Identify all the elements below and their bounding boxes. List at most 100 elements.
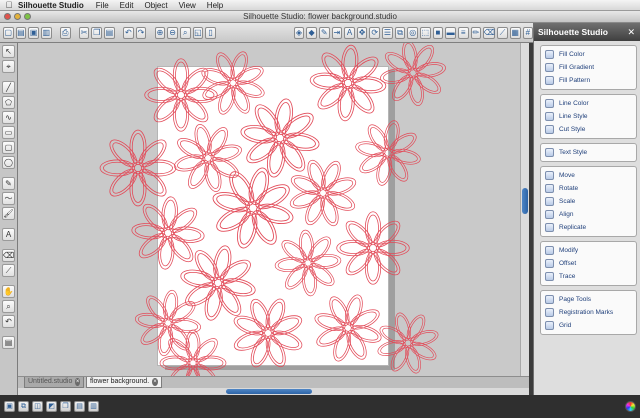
horizontal-scroll-thumb[interactable] <box>226 389 312 394</box>
panel-item-align[interactable]: Align <box>541 208 636 221</box>
trace-icon[interactable]: ⬚ <box>420 26 431 39</box>
pencil-icon[interactable]: ✏ <box>470 26 482 39</box>
panel-item-fill-color[interactable]: Fill Color <box>541 48 636 61</box>
grid-icon[interactable]: # <box>522 26 534 39</box>
zoom-in-icon[interactable]: ⊕ <box>154 26 166 39</box>
freehand-tool-icon[interactable]: ✎ <box>2 177 15 190</box>
edit-points-icon[interactable]: ⌖ <box>2 60 15 73</box>
bring-front-icon[interactable]: ▤ <box>74 401 85 412</box>
ellipse-tool-icon[interactable]: ◯ <box>2 156 15 169</box>
panel-item-line-color[interactable]: Line Color <box>541 97 636 110</box>
close-tab-icon[interactable]: × <box>151 378 158 386</box>
undo-left-icon[interactable]: ↶ <box>2 315 15 328</box>
panel-item-text-style[interactable]: Text Style <box>541 146 636 159</box>
panel-item-replicate[interactable]: Replicate <box>541 221 636 234</box>
align-icon[interactable]: ☰ <box>382 26 393 39</box>
replicate-icon[interactable]: ⧉ <box>394 26 406 39</box>
text-tool-icon[interactable]: A <box>344 26 355 39</box>
menu-view[interactable]: View <box>179 1 196 10</box>
cut-icon[interactable]: ✂ <box>78 26 90 39</box>
offset-icon[interactable]: ◎ <box>407 26 419 39</box>
tab-untitled[interactable]: Untitled.studio × <box>24 377 84 388</box>
menu-app-name[interactable]: Silhouette Studio <box>18 1 84 10</box>
zoom-window-button[interactable] <box>24 13 31 20</box>
select-tool-icon[interactable]: ↖ <box>2 45 15 58</box>
horizontal-scrollbar[interactable] <box>18 388 529 395</box>
vertical-scrollbar[interactable] <box>520 43 529 376</box>
zoom-box-icon[interactable]: ⌕ <box>179 26 191 39</box>
open-icon[interactable]: ▤ <box>15 26 27 39</box>
line-tool-icon[interactable]: ╱ <box>2 81 15 94</box>
group-icon[interactable]: ▣ <box>4 401 15 412</box>
panel-item-line-style[interactable]: Line Style <box>541 110 636 123</box>
menu-help[interactable]: Help <box>207 1 223 10</box>
paintbrush-icon[interactable]: 🖌 <box>2 207 15 220</box>
color-wheel-icon[interactable] <box>625 401 636 412</box>
panel-item-scale[interactable]: Scale <box>541 195 636 208</box>
library-tab-icon[interactable]: ◆ <box>306 26 317 39</box>
panel-close-icon[interactable]: ✕ <box>627 23 635 41</box>
library-icon[interactable]: ▥ <box>40 26 52 39</box>
redo-icon[interactable]: ↷ <box>135 26 147 39</box>
print-icon[interactable]: ⎙ <box>59 26 71 39</box>
smooth-freehand-icon[interactable]: 〜 <box>2 192 15 205</box>
panel-item-page-tools[interactable]: Page Tools <box>541 293 636 306</box>
undo-icon[interactable]: ↶ <box>123 26 134 39</box>
zoom-fit-icon[interactable]: ◱ <box>192 26 204 39</box>
line-color-icon[interactable]: ▬ <box>445 26 456 39</box>
knife-tool-icon[interactable]: ⟋ <box>2 264 15 277</box>
flower-pattern-artwork[interactable] <box>18 43 529 376</box>
rectangle-tool-icon[interactable]: ▭ <box>2 126 15 139</box>
eraser-tool-icon[interactable]: ⌫ <box>2 249 15 262</box>
text-tool-left-icon[interactable]: A <box>2 228 15 241</box>
release-compound-icon[interactable]: ◩ <box>46 401 57 412</box>
save-icon[interactable]: ▣ <box>28 26 39 39</box>
transform-icon[interactable]: ✥ <box>356 26 368 39</box>
polygon-tool-icon[interactable]: ⬠ <box>2 96 15 109</box>
eraser-icon[interactable]: ⌫ <box>483 26 496 39</box>
panel-item-rotate[interactable]: Rotate <box>541 182 636 195</box>
close-window-button[interactable] <box>4 13 11 20</box>
apple-icon[interactable]:  <box>0 0 18 10</box>
panel-item-move[interactable]: Move <box>541 169 636 182</box>
panel-item-label: Scale <box>559 198 576 205</box>
zoom-tool-icon[interactable]: ⌕ <box>2 300 15 313</box>
panel-item-grid[interactable]: Grid <box>541 319 636 332</box>
close-tab-icon[interactable]: × <box>75 378 80 386</box>
zoom-out-icon[interactable]: ⊖ <box>167 26 178 39</box>
panel-item-cut-style[interactable]: Cut Style <box>541 123 636 136</box>
page-icon[interactable]: ▯ <box>205 26 216 39</box>
rounded-rectangle-tool-icon[interactable]: ▢ <box>2 141 15 154</box>
duplicate-icon[interactable]: ❐ <box>60 401 71 412</box>
panel-item-modify[interactable]: Modify <box>541 244 636 257</box>
pan-tool-icon[interactable]: ✋ <box>2 285 15 298</box>
design-store-icon[interactable]: ◈ <box>293 26 305 39</box>
vertical-scroll-thumb[interactable] <box>522 188 528 214</box>
library-left-icon[interactable]: ▤ <box>2 336 15 349</box>
tab-flower-background[interactable]: flower background.studio × <box>86 377 162 388</box>
copy-icon[interactable]: ❐ <box>91 26 103 39</box>
send-to-cutter-icon[interactable]: ⇥ <box>331 26 343 39</box>
panel-item-trace[interactable]: Trace <box>541 270 636 283</box>
new-document-icon[interactable]: ▢ <box>3 26 14 39</box>
panel-item-offset[interactable]: Offset <box>541 257 636 270</box>
make-compound-icon[interactable]: ◫ <box>32 401 43 412</box>
menu-object[interactable]: Object <box>144 1 167 10</box>
panel-item-fill-gradient[interactable]: Fill Gradient <box>541 61 636 74</box>
menu-edit[interactable]: Edit <box>120 1 134 10</box>
send-back-icon[interactable]: ▥ <box>88 401 99 412</box>
panel-item-registration-marks[interactable]: Registration Marks <box>541 306 636 319</box>
page-tools-icon[interactable]: ▦ <box>509 26 521 39</box>
panel-item-fill-pattern[interactable]: Fill Pattern <box>541 74 636 87</box>
canvas-workspace[interactable] <box>18 43 529 376</box>
cut-settings-icon[interactable]: ✎ <box>318 26 330 39</box>
minimize-window-button[interactable] <box>14 13 21 20</box>
curve-tool-icon[interactable]: ∿ <box>2 111 15 124</box>
paste-icon[interactable]: ▤ <box>104 26 115 39</box>
rotate-icon[interactable]: ⟳ <box>369 26 381 39</box>
fill-color-icon[interactable]: ■ <box>432 26 444 39</box>
menu-file[interactable]: File <box>96 1 109 10</box>
knife-icon[interactable]: ⟋ <box>497 26 508 39</box>
line-style-icon[interactable]: ≡ <box>457 26 469 39</box>
ungroup-icon[interactable]: ⧉ <box>18 401 29 412</box>
